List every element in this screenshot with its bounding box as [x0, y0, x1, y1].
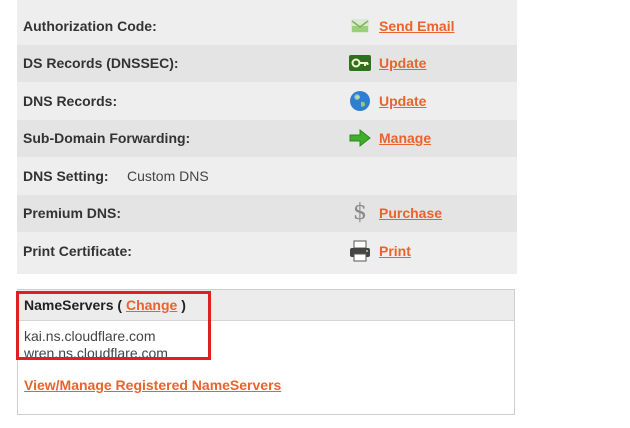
nameservers-close-paren: ) — [177, 297, 186, 313]
ds-records-row: DS Records (DNSSEC): Update — [17, 45, 517, 82]
dns-records-update-link[interactable]: Update — [379, 83, 426, 120]
nameserver-list: kai.ns.cloudflare.com wren.ns.cloudflare… — [24, 328, 168, 362]
send-email-link[interactable]: Send Email — [379, 8, 454, 45]
globe-icon — [348, 89, 372, 113]
nameservers-box: NameServers ( Change ) kai.ns.cloudflare… — [17, 289, 515, 415]
dns-setting-label: DNS Setting: — [23, 168, 109, 184]
sub-domain-forwarding-row: Sub-Domain Forwarding: Manage — [17, 120, 517, 157]
print-certificate-label: Print Certificate: — [23, 243, 132, 259]
nameservers-title-text: NameServers — [24, 297, 114, 313]
sub-domain-forwarding-label: Sub-Domain Forwarding: — [23, 130, 191, 146]
authorization-code-row: Authorization Code: Send Email — [17, 8, 517, 45]
dns-records-row: DNS Records: Update — [17, 83, 517, 120]
printer-icon — [348, 239, 372, 263]
print-link[interactable]: Print — [379, 233, 411, 270]
envelope-icon — [348, 14, 372, 38]
nameservers-header: NameServers ( Change ) — [18, 290, 514, 321]
dns-setting-row: DNS Setting: Custom DNS — [17, 158, 517, 195]
nameserver-item: wren.ns.cloudflare.com — [24, 345, 168, 361]
change-nameservers-link[interactable]: Change — [126, 297, 177, 313]
nameservers-open-paren: ( — [113, 297, 126, 313]
ds-records-update-link[interactable]: Update — [379, 45, 426, 82]
ds-records-label: DS Records (DNSSEC): — [23, 55, 179, 71]
nameserver-item: kai.ns.cloudflare.com — [24, 328, 156, 344]
premium-dns-label: Premium DNS: — [23, 205, 122, 221]
view-manage-nameservers-link[interactable]: View/Manage Registered NameServers — [24, 377, 281, 393]
sub-domain-manage-link[interactable]: Manage — [379, 120, 431, 157]
print-certificate-row: Print Certificate: Print — [17, 233, 517, 270]
dns-setting-value: Custom DNS — [127, 168, 209, 184]
authorization-code-label: Authorization Code: — [23, 18, 157, 34]
premium-dns-row: Premium DNS: $ Purchase — [17, 195, 517, 232]
nameservers-title: NameServers ( Change ) — [24, 290, 186, 320]
dollar-icon: $ — [353, 200, 367, 225]
arrow-right-icon — [348, 126, 372, 150]
key-icon — [348, 51, 372, 75]
purchase-link[interactable]: Purchase — [379, 195, 442, 232]
dns-records-label: DNS Records: — [23, 93, 118, 109]
